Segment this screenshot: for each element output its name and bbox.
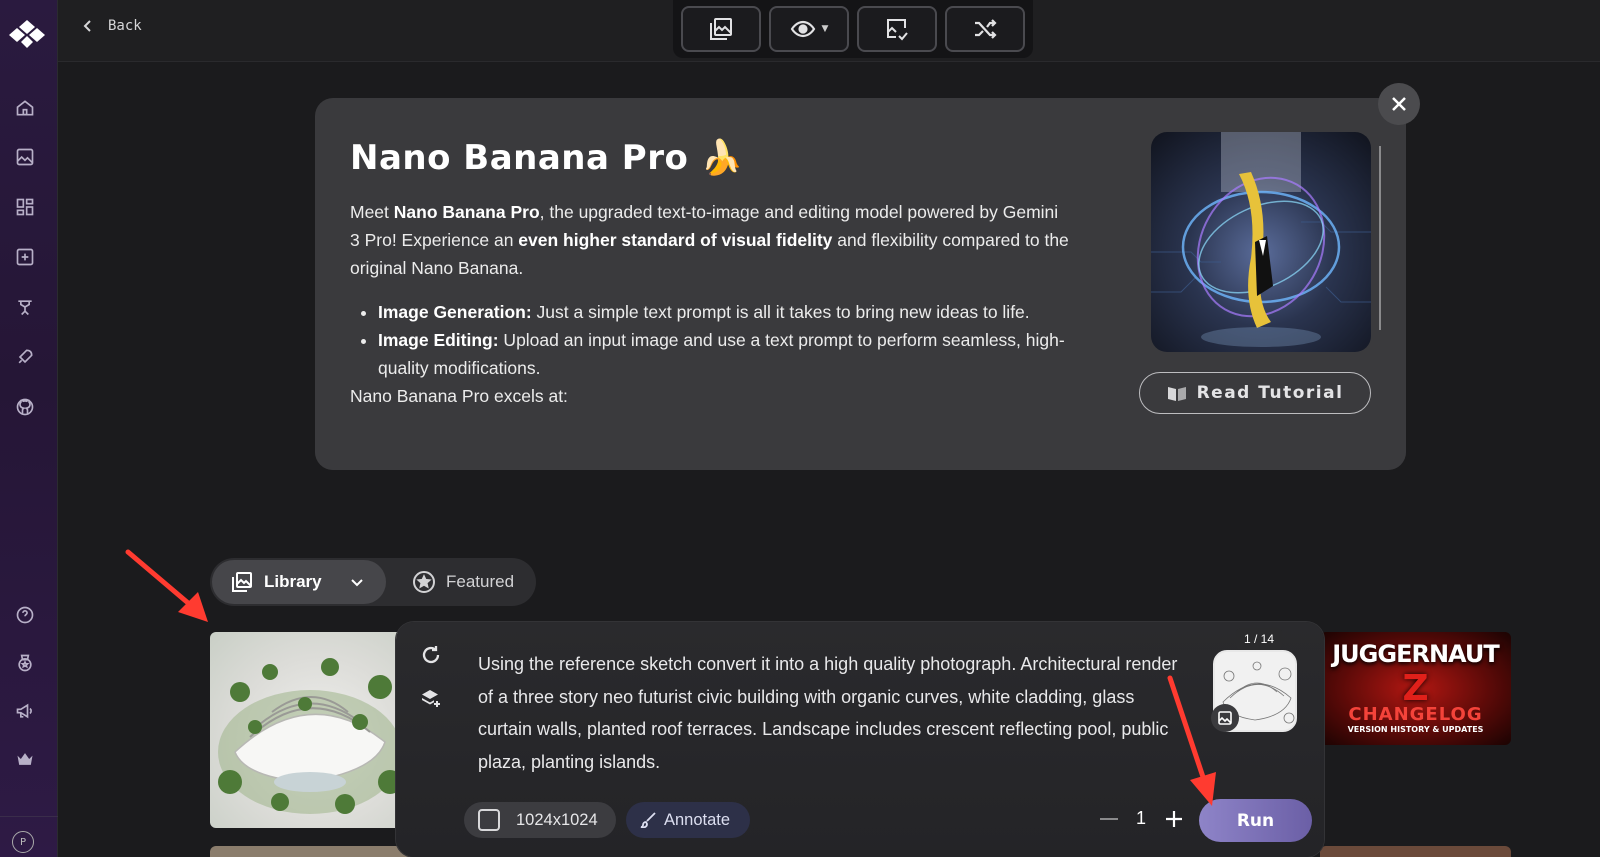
close-icon <box>1392 97 1406 111</box>
reference-counter: 1 / 14 <box>1236 628 1282 650</box>
tab-library-label: Library <box>264 572 322 591</box>
home-icon[interactable] <box>14 97 36 119</box>
model-info-card: Nano Banana Pro 🍌 Meet Nano Banana Pro, … <box>315 98 1406 470</box>
size-selector[interactable]: 1024x1024 <box>464 802 616 838</box>
back-label: Back <box>108 18 142 34</box>
close-card-button[interactable] <box>1378 83 1420 125</box>
annotate-button[interactable]: Annotate <box>626 802 750 838</box>
layers-add-icon[interactable] <box>420 688 442 714</box>
thumbnail-title: JUGGERNAUT <box>1332 640 1499 668</box>
crown-icon[interactable] <box>14 748 36 770</box>
visibility-button[interactable]: ▼ <box>769 6 849 52</box>
list-item: Image Editing: Upload an input image and… <box>378 326 1070 382</box>
gallery-thumbnail[interactable] <box>1320 846 1511 857</box>
view-toolbar: ▼ <box>673 0 1033 58</box>
image-icon[interactable] <box>1211 704 1239 732</box>
top-bar: Back ▼ <box>58 0 1600 62</box>
read-tutorial-button[interactable]: Read Tutorial <box>1139 372 1371 414</box>
card-scrollbar[interactable] <box>1379 146 1381 330</box>
library-tabs: Library Featured <box>210 558 536 606</box>
images-icon <box>232 572 252 592</box>
sidebar-divider <box>0 816 58 817</box>
feature-list: Image Generation: Just a simple text pro… <box>350 298 1070 382</box>
images-icon <box>710 18 732 40</box>
approve-button[interactable] <box>857 6 937 52</box>
caret-down-icon: ▼ <box>821 24 829 34</box>
help-icon[interactable] <box>14 604 36 626</box>
annotate-label: Annotate <box>664 810 731 829</box>
chevron-down-icon <box>350 579 363 587</box>
model-hero-image <box>1151 132 1371 352</box>
megaphone-icon[interactable] <box>14 700 36 722</box>
github-icon[interactable] <box>14 396 36 418</box>
gallery-icon[interactable] <box>14 146 36 168</box>
quantity-value: 1 <box>1136 808 1147 828</box>
gallery-thumbnail[interactable] <box>210 846 410 857</box>
aspect-square-icon <box>478 809 500 831</box>
logo-icon[interactable] <box>9 18 45 48</box>
prompt-input[interactable]: Using the reference sketch convert it in… <box>478 648 1178 778</box>
card-fade <box>315 420 1406 470</box>
increment-button[interactable] <box>1164 809 1184 829</box>
run-label: Run <box>1236 810 1275 831</box>
list-item: Image Generation: Just a simple text pro… <box>378 298 1070 326</box>
gallery-thumbnail[interactable]: JUGGERNAUT Z CHANGELOG VERSION HISTORY &… <box>1320 632 1511 745</box>
tab-featured[interactable]: Featured <box>412 560 514 604</box>
shuffle-icon <box>975 19 997 39</box>
thumbnail-caption: VERSION HISTORY & UPDATES <box>1347 725 1484 734</box>
badge-icon[interactable] <box>14 652 36 674</box>
eye-icon <box>790 20 815 38</box>
read-tutorial-label: Read Tutorial <box>1196 383 1344 403</box>
excels-heading: Nano Banana Pro excels at: <box>350 386 568 406</box>
annotation-arrow <box>125 549 208 622</box>
brush-icon <box>640 812 656 828</box>
run-button[interactable]: Run <box>1199 799 1312 842</box>
book-icon <box>1167 387 1186 401</box>
thumbnail-subtitle: CHANGELOG <box>1348 704 1483 725</box>
size-label: 1024x1024 <box>516 810 598 829</box>
quantity-stepper: 1 <box>1100 808 1184 829</box>
upload-icon[interactable] <box>14 246 36 268</box>
gallery-view-button[interactable] <box>681 6 761 52</box>
tab-library[interactable]: Library <box>212 560 386 604</box>
back-button[interactable]: Back <box>82 18 142 34</box>
rocket-icon[interactable] <box>14 346 36 368</box>
thumbnail-logo: Z <box>1402 668 1429 709</box>
tab-featured-label: Featured <box>446 572 515 591</box>
refresh-icon[interactable] <box>420 644 442 670</box>
gallery-thumbnail[interactable] <box>210 632 410 828</box>
shuffle-button[interactable] <box>945 6 1025 52</box>
card-description: Meet Nano Banana Pro, the upgraded text-… <box>350 198 1070 410</box>
prompt-panel: Using the reference sketch convert it in… <box>396 622 1324 857</box>
image-check-icon <box>887 19 908 41</box>
card-title: Nano Banana Pro 🍌 <box>350 138 744 178</box>
trainer-icon[interactable] <box>14 296 36 318</box>
decrement-button[interactable] <box>1100 817 1118 820</box>
sidebar: P <box>0 0 58 857</box>
chevron-left-icon <box>83 20 91 32</box>
banana-emoji: 🍌 <box>700 138 744 178</box>
profile-avatar[interactable]: P <box>12 831 34 853</box>
dashboard-icon[interactable] <box>14 196 36 218</box>
intro-paragraph: Meet Nano Banana Pro, the upgraded text-… <box>350 202 1069 278</box>
star-icon <box>413 571 435 593</box>
